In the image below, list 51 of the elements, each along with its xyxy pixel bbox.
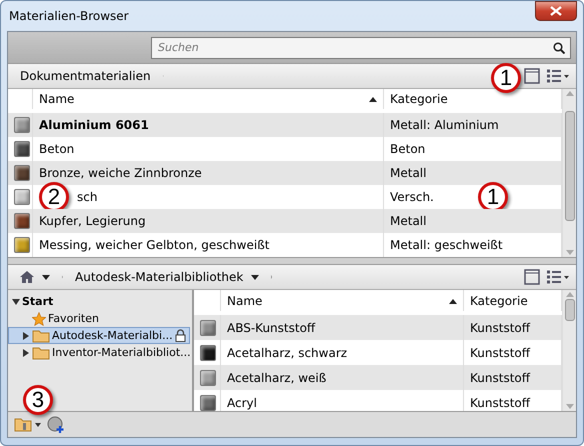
breadcrumb[interactable]: Dokumentmaterialien: [8, 64, 164, 88]
tree-item[interactable]: Inventor-Materialbibliot...: [8, 344, 190, 361]
category-text: Metall: [390, 214, 426, 228]
caret-icon: [251, 274, 260, 280]
category-text: Kunststoff: [470, 370, 530, 384]
list-view-button[interactable]: [546, 270, 570, 284]
home-icon: [20, 271, 34, 283]
material-name: Beton: [39, 142, 74, 156]
material-name: Acetalharz, weiß: [227, 370, 326, 384]
material-name: Kupfer, Legierung: [39, 214, 146, 228]
category-text: Beton: [390, 142, 426, 156]
scrollbar[interactable]: [562, 89, 576, 257]
scrollbar-thumb[interactable]: [564, 299, 574, 321]
material-name: Acetalharz, schwarz: [227, 346, 348, 360]
tree-item[interactable]: Start: [8, 293, 190, 310]
tree-item[interactable]: Autodesk-Materialbi...: [8, 327, 190, 344]
sort-ascending-icon: [449, 298, 457, 304]
material-name: Aluminium 6061: [39, 118, 149, 132]
scrollbar[interactable]: [562, 290, 576, 411]
list-view-button[interactable]: [546, 69, 570, 83]
window-title: Materialien-Browser: [8, 9, 129, 23]
expanded-arrow-icon[interactable]: [12, 298, 20, 306]
panel-toggle-button[interactable]: [524, 68, 540, 84]
category-text: Metall: [390, 166, 426, 180]
folder-icon: [32, 328, 50, 342]
close-icon: [550, 6, 562, 16]
scrollbar-thumb[interactable]: [564, 111, 574, 222]
material-name: Messing, weicher Gelbton, geschweißt: [39, 238, 270, 252]
new-material-button[interactable]: [47, 416, 65, 434]
search-field[interactable]: Suchen: [151, 36, 571, 58]
collapsed-arrow-icon[interactable]: [22, 332, 30, 340]
search-icon: [553, 42, 565, 54]
star-icon: [32, 312, 46, 326]
category-text: Metall: geschweißt: [390, 238, 503, 252]
tree-item[interactable]: Favoriten: [8, 310, 190, 327]
collapsed-arrow-icon[interactable]: [22, 348, 30, 356]
panel-toggle-button[interactable]: [524, 269, 540, 285]
category-text: Metall: Aluminium: [390, 118, 499, 132]
library-folder-button[interactable]: [14, 417, 41, 432]
material-name: Acryl: [227, 396, 257, 410]
material-name: ABS-Kunststoff: [227, 320, 316, 334]
category-text: Versch.: [390, 190, 435, 204]
caret-icon: [42, 274, 50, 280]
material-name: sch: [77, 190, 98, 204]
category-text: Kunststoff: [470, 320, 530, 334]
category-text: Kunststoff: [470, 396, 530, 410]
close-button[interactable]: [535, 1, 577, 21]
caret-icon: [35, 422, 41, 426]
category-text: Kunststoff: [470, 346, 530, 360]
sort-ascending-icon: [369, 96, 377, 102]
material-name: Bronze, weiche Zinnbronze: [39, 166, 202, 180]
